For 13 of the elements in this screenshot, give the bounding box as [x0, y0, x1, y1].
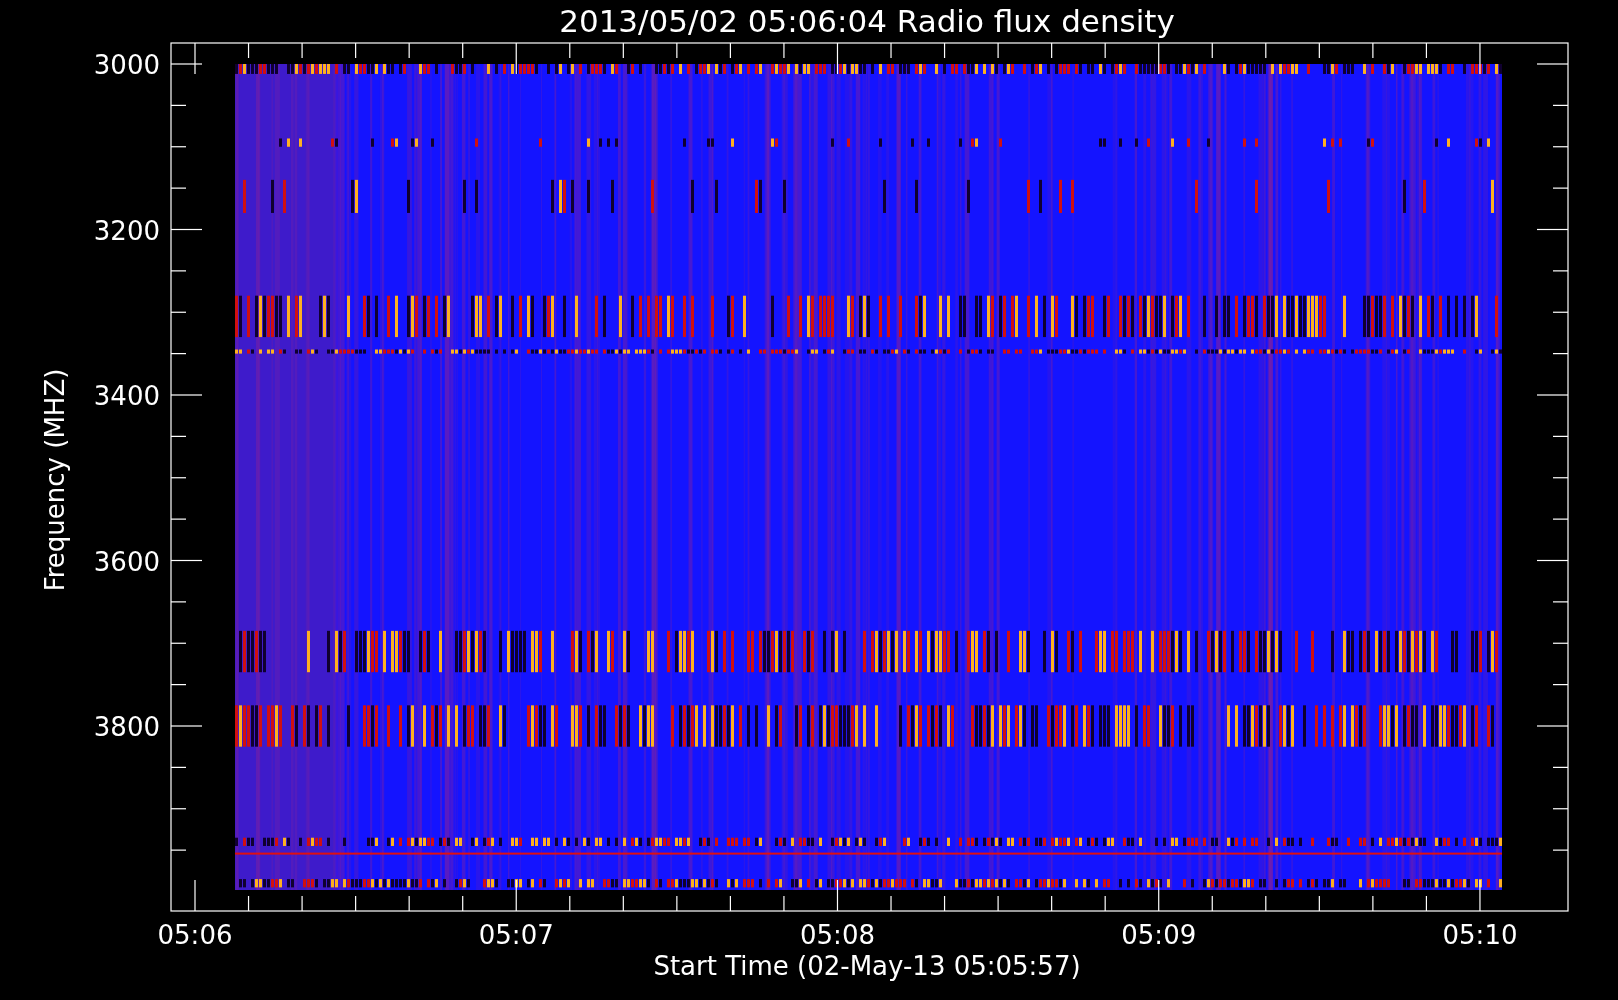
tick-label: 3200	[93, 215, 160, 246]
tick-label: 3400	[93, 381, 160, 411]
tick-label: 05:08	[800, 920, 875, 950]
tick-label: 05:10	[1442, 920, 1518, 950]
tick-label: 3000	[93, 50, 160, 80]
tick-label: 05:09	[1121, 920, 1197, 950]
axis-label: Frequency (MHZ)	[40, 368, 70, 592]
tick-label: 05:06	[157, 920, 233, 950]
axis-label: Start Time (02-May-13 05:05:57)	[653, 951, 1081, 981]
plot-title: 2013/05/02 05:06:04 Radio flux density	[559, 3, 1175, 39]
tick-label: 05:07	[478, 920, 554, 950]
tick-label: 3800	[93, 712, 160, 742]
tick-label: 3600	[93, 546, 160, 577]
